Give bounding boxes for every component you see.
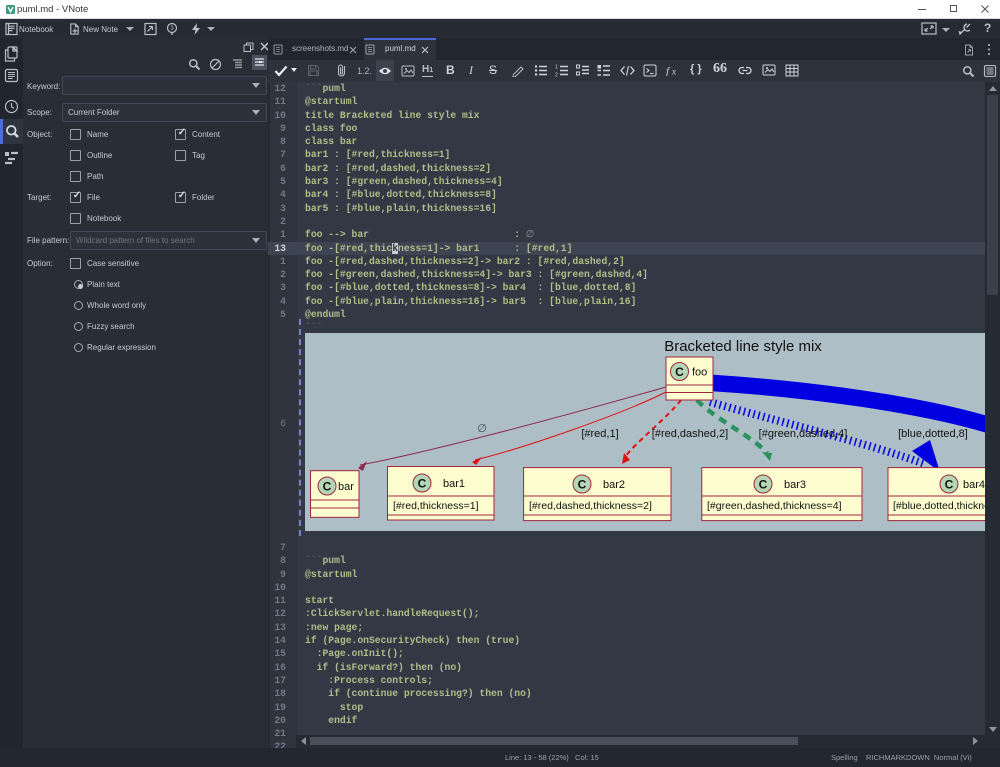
svg-text:1: 1: [555, 65, 558, 71]
svg-text:[blue,dotted,8]: [blue,dotted,8]: [898, 428, 968, 440]
svg-text:foo: foo: [692, 367, 707, 379]
svg-text:2: 2: [555, 73, 558, 78]
svg-text:C: C: [759, 478, 768, 492]
svg-text:C: C: [945, 478, 954, 492]
svg-text:[#red,thickness=1]: [#red,thickness=1]: [393, 500, 479, 512]
svg-text:[#green,dashed,4]: [#green,dashed,4]: [759, 428, 848, 440]
svg-text:C: C: [675, 365, 684, 379]
svg-text:bar: bar: [338, 481, 354, 493]
svg-text:C: C: [323, 480, 332, 494]
svg-text:x: x: [671, 67, 676, 77]
svg-text:bar1: bar1: [443, 478, 465, 490]
svg-text:bar4: bar4: [963, 479, 985, 491]
svg-text:C: C: [418, 477, 427, 491]
svg-text:[#red,dashed,2]: [#red,dashed,2]: [652, 428, 728, 440]
svg-text:3: 3: [170, 26, 174, 32]
svg-text:[#red,dashed,thickness=2]: [#red,dashed,thickness=2]: [529, 500, 652, 512]
svg-text:[#green,dashed,thickness=4]: [#green,dashed,thickness=4]: [707, 500, 842, 512]
svg-text:Bracketed line style mix: Bracketed line style mix: [664, 338, 822, 355]
svg-text:bar2: bar2: [603, 479, 625, 491]
svg-text:bar3: bar3: [784, 479, 806, 491]
svg-text:f: f: [666, 66, 671, 77]
svg-text:[#blue,dotted,thickne: [#blue,dotted,thickne: [893, 500, 985, 512]
svg-text:∅: ∅: [477, 423, 487, 435]
svg-text:C: C: [578, 478, 587, 492]
svg-text:[#red,1]: [#red,1]: [581, 428, 618, 440]
